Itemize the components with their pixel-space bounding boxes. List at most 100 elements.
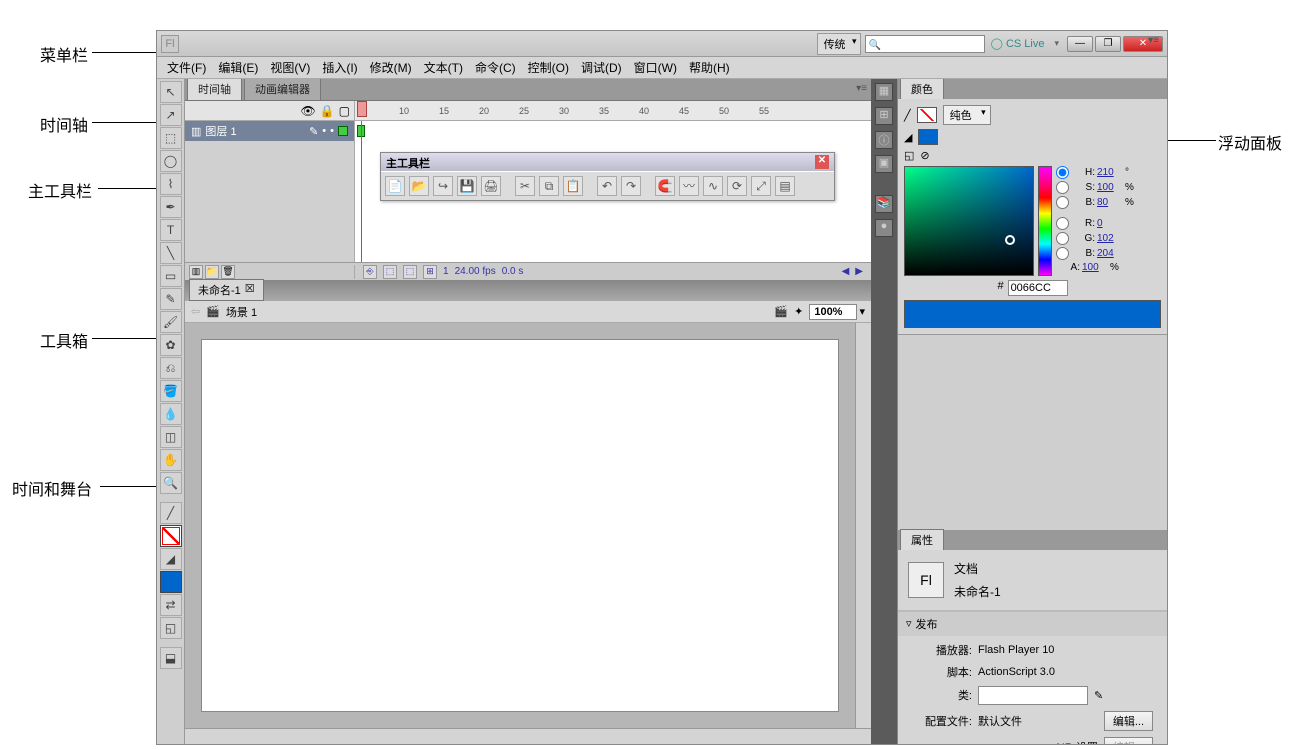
fill-swatch-panel[interactable]: [918, 129, 938, 145]
vertical-scrollbar[interactable]: [855, 323, 871, 728]
maximize-button[interactable]: ❐: [1095, 36, 1121, 52]
hsb-s-radio[interactable]: [1056, 181, 1069, 194]
eyedropper-tool[interactable]: 💧: [160, 403, 182, 425]
onion-outline-icon[interactable]: ⬚: [403, 265, 417, 279]
menu-modify[interactable]: 修改(M): [364, 59, 418, 76]
eraser-tool[interactable]: ◫: [160, 426, 182, 448]
playhead[interactable]: [357, 101, 367, 117]
scale-icon[interactable]: ⤢: [751, 176, 771, 196]
rectangle-tool[interactable]: ▭: [160, 265, 182, 287]
outline-icon[interactable]: ▢: [339, 104, 350, 118]
align-icon[interactable]: ⊞: [875, 107, 893, 125]
scroll-left-icon[interactable]: ◀: [842, 266, 850, 277]
search-input[interactable]: [865, 35, 985, 53]
swap-color-icon[interactable]: ◱: [904, 149, 914, 162]
undo-icon[interactable]: ↶: [597, 176, 617, 196]
snap-magnet-icon[interactable]: 🧲: [655, 176, 675, 196]
stage[interactable]: [201, 339, 839, 712]
copy-icon[interactable]: ⧉: [539, 176, 559, 196]
zoom-dropdown-icon[interactable]: ▾: [859, 305, 865, 318]
stroke-color-icon[interactable]: ╱: [160, 502, 182, 524]
hand-tool[interactable]: ✋: [160, 449, 182, 471]
edit-symbol-icon[interactable]: ✦: [794, 305, 803, 318]
publish-section-header[interactable]: ▿发布: [898, 612, 1167, 636]
zoom-selector[interactable]: 100%: [809, 304, 857, 320]
smooth-icon[interactable]: 〰: [679, 176, 699, 196]
tab-timeline[interactable]: 时间轴: [187, 79, 242, 100]
edit-multi-icon[interactable]: ⊞: [423, 265, 437, 279]
snap-icon[interactable]: ⬓: [160, 647, 182, 669]
info-icon[interactable]: ⓘ: [875, 131, 893, 149]
panel-menu-icon[interactable]: ▾≡: [856, 83, 867, 94]
edit-air-button[interactable]: 编辑...: [1104, 737, 1153, 745]
paint-bucket-tool[interactable]: 🪣: [160, 380, 182, 402]
hue-slider[interactable]: [1038, 166, 1052, 276]
hsb-b-radio[interactable]: [1056, 196, 1069, 209]
main-toolbar-titlebar[interactable]: 主工具栏 ✕: [381, 153, 834, 171]
lasso-tool[interactable]: ⌇: [160, 173, 182, 195]
main-toolbar-close-button[interactable]: ✕: [815, 155, 829, 169]
frame-ruler[interactable]: 510152025303540455055: [355, 101, 871, 120]
main-toolbar-window[interactable]: 主工具栏 ✕ 📄 📂 ↪ 💾 🖨 ✂ ⧉ 📋 ↶ ↷ 🧲 〰 ∿ ⟳ ⤢ ▤: [380, 152, 835, 201]
transform-icon[interactable]: ▣: [875, 155, 893, 173]
free-transform-tool[interactable]: ⬚: [160, 127, 182, 149]
menu-window[interactable]: 窗口(W): [628, 59, 683, 76]
minimize-button[interactable]: —: [1067, 36, 1093, 52]
chevron-down-icon[interactable]: ▾: [1054, 38, 1059, 49]
print-icon[interactable]: 🖨: [481, 176, 501, 196]
brush-tool[interactable]: 🖌: [160, 311, 182, 333]
onion-skin-icon[interactable]: ⬚: [383, 265, 397, 279]
no-color-icon[interactable]: ⊘: [920, 149, 929, 162]
menu-view[interactable]: 视图(V): [264, 59, 316, 76]
document-tab[interactable]: 未命名-1☒: [189, 279, 264, 301]
redo-icon[interactable]: ↷: [621, 176, 641, 196]
cslive-button[interactable]: CS Live: [991, 37, 1045, 50]
menu-text[interactable]: 文本(T): [418, 59, 469, 76]
menu-insert[interactable]: 插入(I): [316, 59, 363, 76]
menu-help[interactable]: 帮助(H): [683, 59, 736, 76]
deco-tool[interactable]: ✿: [160, 334, 182, 356]
goto-icon[interactable]: ↪: [433, 176, 453, 196]
edit-class-icon[interactable]: ✎: [1094, 689, 1103, 702]
subselection-tool[interactable]: ↗: [160, 104, 182, 126]
menu-file[interactable]: 文件(F): [161, 59, 212, 76]
menu-control[interactable]: 控制(O): [522, 59, 575, 76]
rgb-g-radio[interactable]: [1056, 232, 1069, 245]
fill-color-icon[interactable]: ◢: [160, 548, 182, 570]
text-tool[interactable]: T: [160, 219, 182, 241]
selection-tool[interactable]: ↖: [160, 81, 182, 103]
bone-tool[interactable]: ⎌: [160, 357, 182, 379]
straighten-icon[interactable]: ∿: [703, 176, 723, 196]
paste-icon[interactable]: 📋: [563, 176, 583, 196]
new-layer-button[interactable]: ▥: [189, 265, 203, 279]
rgb-r-radio[interactable]: [1056, 217, 1069, 230]
pen-tool[interactable]: ✒: [160, 196, 182, 218]
lock-icon[interactable]: 🔒: [320, 104, 335, 118]
misc-icon[interactable]: ●: [875, 219, 893, 237]
line-tool[interactable]: ╲: [160, 242, 182, 264]
open-file-icon[interactable]: 📂: [409, 176, 429, 196]
library-icon[interactable]: 📚: [875, 195, 893, 213]
save-icon[interactable]: 💾: [457, 176, 477, 196]
stroke-swatch[interactable]: [160, 525, 182, 547]
fill-type-selector[interactable]: 纯色: [943, 105, 991, 125]
menu-command[interactable]: 命令(C): [469, 59, 522, 76]
swap-colors-icon[interactable]: ⇄: [160, 594, 182, 616]
fill-swatch[interactable]: [160, 571, 182, 593]
tab-motion-editor[interactable]: 动画编辑器: [244, 79, 321, 100]
sv-picker[interactable]: [904, 166, 1034, 276]
back-icon[interactable]: ⇦: [191, 305, 200, 318]
workspace-selector[interactable]: 传统: [817, 33, 861, 55]
delete-layer-button[interactable]: 🗑: [221, 265, 235, 279]
scroll-right-icon[interactable]: ▶: [855, 266, 863, 277]
rotate-icon[interactable]: ⟳: [727, 176, 747, 196]
cut-icon[interactable]: ✂: [515, 176, 535, 196]
swatches-icon[interactable]: ▦: [875, 83, 893, 101]
tab-properties[interactable]: 属性: [900, 529, 944, 550]
new-folder-button[interactable]: 📁: [205, 265, 219, 279]
hex-input[interactable]: [1008, 280, 1068, 296]
center-frame-icon[interactable]: ⎆: [363, 265, 377, 279]
eye-icon[interactable]: 👁: [300, 104, 315, 118]
class-input[interactable]: [978, 686, 1088, 705]
zoom-tool[interactable]: 🔍: [160, 472, 182, 494]
